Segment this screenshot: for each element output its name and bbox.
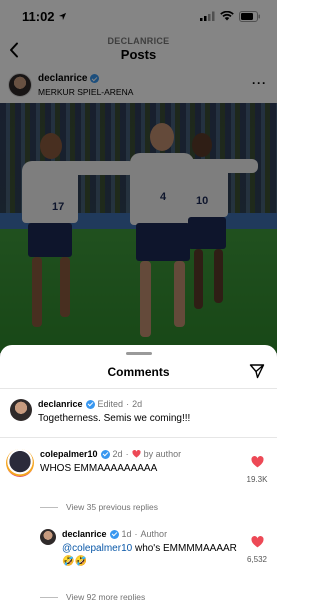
mention-link[interactable]: @colepalmer10 bbox=[62, 543, 132, 554]
sheet-drag-handle[interactable] bbox=[126, 352, 152, 355]
avatar[interactable] bbox=[6, 449, 34, 477]
comment-item: colepalmer10 2d · by author WHOS EMMAAAA… bbox=[0, 445, 277, 495]
comment-age: 2d bbox=[132, 399, 143, 409]
comment-age: 2d bbox=[112, 449, 123, 459]
view-previous-replies-button[interactable]: View 35 previous replies bbox=[40, 502, 158, 512]
share-button[interactable] bbox=[249, 363, 265, 379]
view-more-replies-label: View 92 more replies bbox=[66, 592, 146, 600]
caption-comment: declanrice Edited · 2d Togetherness. Sem… bbox=[0, 395, 277, 435]
reply-text-body: who's EMMMMAAAAR bbox=[132, 543, 237, 554]
heart-icon bbox=[250, 456, 264, 468]
reply-text: @colepalmer10 who's EMMMMAAAAR bbox=[62, 543, 237, 554]
view-replies-label: View 35 previous replies bbox=[66, 502, 158, 512]
comment-username[interactable]: colepalmer10 bbox=[40, 449, 98, 459]
reply-item: declanrice 1d · Author @colepalmer10 who… bbox=[0, 525, 277, 575]
comment-age: 1d bbox=[121, 529, 132, 539]
comments-sheet: Comments declanrice Edited · 2d Together… bbox=[0, 345, 277, 600]
heart-icon bbox=[132, 450, 141, 458]
avatar[interactable] bbox=[40, 529, 56, 545]
send-icon bbox=[249, 364, 265, 379]
verified-badge-icon bbox=[109, 529, 119, 539]
reply-emoji: 🤣🤣 bbox=[62, 556, 87, 567]
comment-username[interactable]: declanrice bbox=[62, 529, 107, 539]
sheet-title: Comments bbox=[107, 365, 170, 379]
verified-badge-icon bbox=[100, 449, 110, 459]
divider bbox=[0, 437, 277, 438]
edited-label: Edited bbox=[97, 399, 124, 409]
comment-username[interactable]: declanrice bbox=[38, 399, 83, 409]
like-count: 6,532 bbox=[246, 555, 268, 564]
like-count: 19.3K bbox=[246, 475, 268, 484]
author-tag: Author bbox=[140, 529, 168, 539]
avatar[interactable] bbox=[10, 399, 32, 421]
comment-text: WHOS EMMAAAAAAAAA bbox=[40, 463, 158, 474]
liked-by-author-label: by author bbox=[143, 449, 182, 459]
like-button[interactable]: 19.3K bbox=[242, 455, 272, 484]
caption-text: Togetherness. Semis we coming!!! bbox=[38, 413, 191, 424]
divider bbox=[0, 388, 277, 389]
like-button[interactable]: 6,532 bbox=[242, 535, 272, 564]
heart-icon bbox=[250, 536, 264, 548]
verified-badge-icon bbox=[85, 399, 95, 409]
view-more-replies-button[interactable]: View 92 more replies bbox=[40, 592, 145, 600]
